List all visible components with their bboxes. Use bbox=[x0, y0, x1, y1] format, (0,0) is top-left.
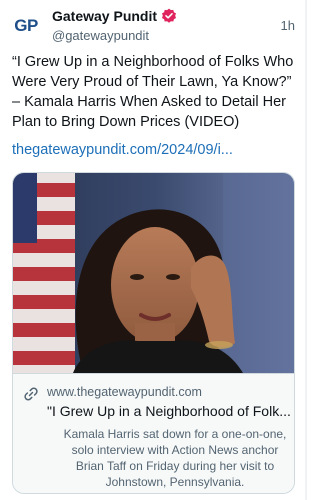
scrollbar-track[interactable] bbox=[305, 0, 307, 500]
avatar-logo-text: GP bbox=[14, 16, 38, 35]
post[interactable]: GP Gateway Pundit @gatewaypundit 1h “I G… bbox=[0, 0, 307, 500]
post-link[interactable]: thegatewaypundit.com/2024/09/i... bbox=[12, 142, 297, 158]
card-description: Kamala Harris sat down for a one-on-one,… bbox=[63, 427, 287, 489]
author-row: Gateway Pundit bbox=[52, 8, 177, 24]
post-text: “I Grew Up in a Neighborhood of Folks Wh… bbox=[12, 54, 294, 130]
card-domain: www.thegatewaypundit.com bbox=[47, 385, 202, 399]
user-handle[interactable]: @gatewaypundit bbox=[52, 28, 149, 43]
card-footer[interactable]: www.thegatewaypundit.com "I Grew Up in a… bbox=[13, 373, 294, 493]
link-icon bbox=[23, 386, 39, 402]
card-title[interactable]: "I Grew Up in a Neighborhood of Folk... bbox=[47, 403, 292, 419]
verified-badge-icon bbox=[161, 8, 177, 24]
post-time[interactable]: 1h bbox=[281, 18, 295, 33]
display-name[interactable]: Gateway Pundit bbox=[52, 8, 157, 24]
link-preview-card[interactable]: www.thegatewaypundit.com "I Grew Up in a… bbox=[12, 172, 295, 494]
card-image[interactable] bbox=[13, 173, 294, 373]
avatar[interactable]: GP bbox=[10, 10, 42, 42]
